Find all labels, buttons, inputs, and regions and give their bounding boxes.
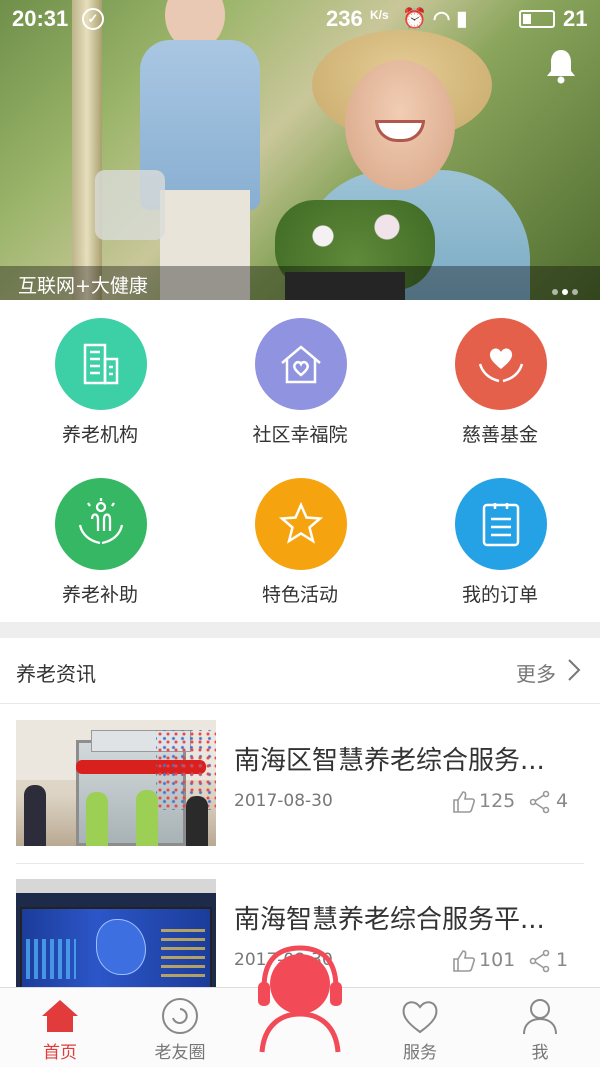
chevron-right-icon[interactable] [566,658,582,682]
battery-level [523,14,531,24]
clipboard-icon [455,478,547,570]
article-thumbnail-person [186,796,208,846]
headset-person-icon[interactable] [258,944,342,1054]
status-net-speed: 236 [326,6,363,31]
signal-icon: ▮ [456,8,474,30]
menu-item-charity-fund[interactable]: 慈善基金 [400,318,600,468]
article-thumbnail [16,720,216,846]
menu-label: 慈善基金 [461,424,538,446]
home-heart-icon [255,318,347,410]
news-article[interactable]: 南海区智慧养老综合服务... 2017-08-30 125 4 [0,704,600,864]
share-icon[interactable] [528,790,552,814]
care-hands-icon [55,478,147,570]
news-more-link[interactable]: 更多 [516,658,556,687]
menu-label: 养老补助 [61,584,138,606]
news-section-header: 养老资讯 更多 [0,638,600,704]
heart-hands-icon [455,318,547,410]
tab-label: 我 [531,1043,549,1063]
thumbs-up-icon[interactable] [452,790,476,814]
article-thumbnail-person [136,790,158,846]
article-shares: 4 [556,790,569,812]
menu-label: 我的订单 [461,584,538,606]
banner-dot [552,289,558,295]
article-title: 南海智慧养老综合服务平... [234,905,545,935]
status-bar: 20:31 ✓ 236 K/s ⏰◠▮ 21 [0,0,600,36]
article-thumbnail-bars [26,939,76,979]
article-thumbnail-ceiling [16,879,216,893]
tab-friends-circle[interactable]: 老友圈 [120,988,240,1067]
banner-pagination-dots [548,280,578,299]
menu-label: 养老机构 [61,424,138,446]
section-divider [0,622,600,638]
share-icon[interactable] [528,949,552,973]
banner-image-watering-can [95,170,165,240]
menu-item-my-orders[interactable]: 我的订单 [400,478,600,628]
star-icon [255,478,347,570]
battery-icon [519,10,555,28]
bell-icon[interactable] [545,48,577,84]
article-thumbnail-bars [161,929,205,979]
check-circle-icon: ✓ [82,8,104,30]
menu-item-community-center[interactable]: 社区幸福院 [200,318,400,468]
menu-label: 社区幸福院 [252,424,348,446]
article-thumbnail-person [24,785,46,846]
tab-me[interactable]: 我 [480,988,600,1067]
tab-service[interactable]: 服务 [360,988,480,1067]
status-time: 20:31 [12,6,69,31]
article-likes: 125 [479,790,516,812]
building-icon [55,318,147,410]
person-icon [523,999,557,1035]
tab-home[interactable]: 首页 [0,988,120,1067]
article-thumbnail-person [86,792,108,846]
home-icon [42,1000,78,1032]
banner-dot-active [562,289,568,295]
heart-outline-icon [402,1001,438,1034]
status-battery: 21 [563,6,588,31]
status-icons: ⏰◠▮ [402,6,473,31]
news-section-title: 养老资讯 [16,662,96,686]
banner-caption: 互联网+大健康 [18,275,148,297]
circle-icon [162,998,198,1034]
tab-label: 首页 [43,1043,77,1063]
status-net-unit: K/s [370,8,389,22]
article-likes: 101 [479,949,516,971]
function-grid: 养老机构 社区幸福院 慈善基金 养老补助 特色活动 我的订单 [0,300,600,622]
menu-label: 特色活动 [261,584,338,606]
wifi-icon: ◠ [432,8,457,30]
tab-label: 老友圈 [154,1043,206,1063]
banner-carousel[interactable] [0,0,600,300]
tab-label: 服务 [403,1043,437,1063]
menu-item-nursing-home[interactable]: 养老机构 [0,318,200,468]
article-shares: 1 [556,949,569,971]
article-date: 2017-08-30 [234,791,333,811]
banner-dot [572,289,578,295]
menu-item-special-activities[interactable]: 特色活动 [200,478,400,628]
menu-item-elderly-subsidy[interactable]: 养老补助 [0,478,200,628]
article-thumbnail-confetti [156,730,216,810]
thumbs-up-icon[interactable] [452,949,476,973]
banner-image [72,0,102,300]
article-title: 南海区智慧养老综合服务... [234,746,545,776]
alarm-icon: ⏰ [402,8,433,30]
